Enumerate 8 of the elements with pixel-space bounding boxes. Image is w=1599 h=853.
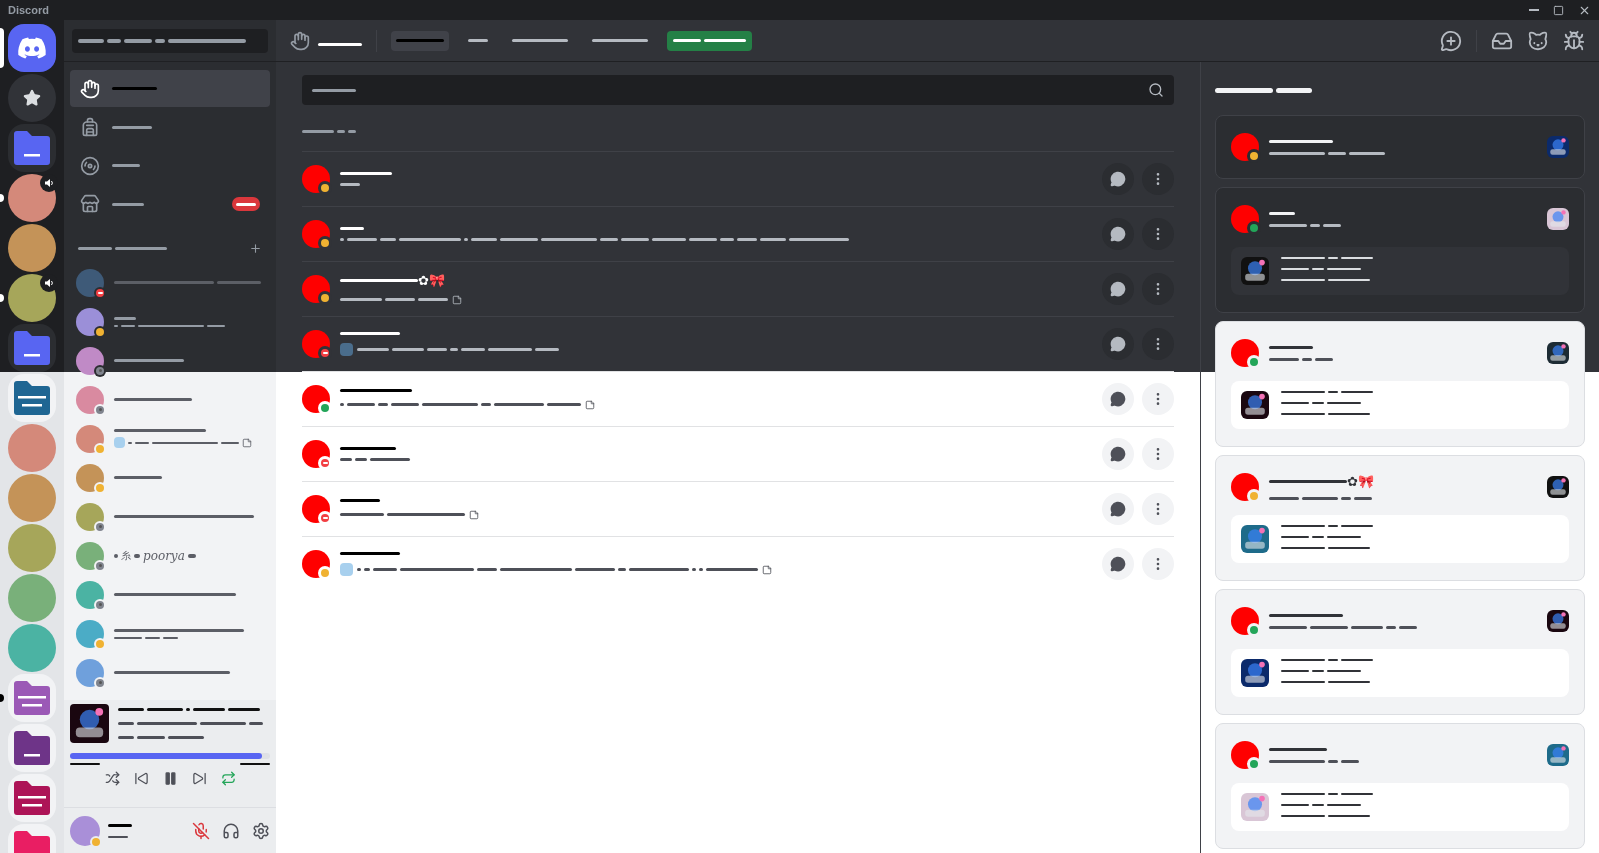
dm-item[interactable]: 糸 poorya	[70, 536, 270, 575]
friend-row[interactable]: ✿🎀	[302, 261, 1174, 316]
name-emoji: ✿🎀	[1347, 474, 1374, 488]
name-emoji: ✿🎀	[418, 273, 445, 287]
dm-name-glyph: 糸	[121, 550, 131, 561]
window-title: Discord	[8, 2, 49, 18]
activity-card[interactable]: ✿🎀	[1215, 455, 1585, 581]
dm-name: poorya	[143, 549, 185, 562]
